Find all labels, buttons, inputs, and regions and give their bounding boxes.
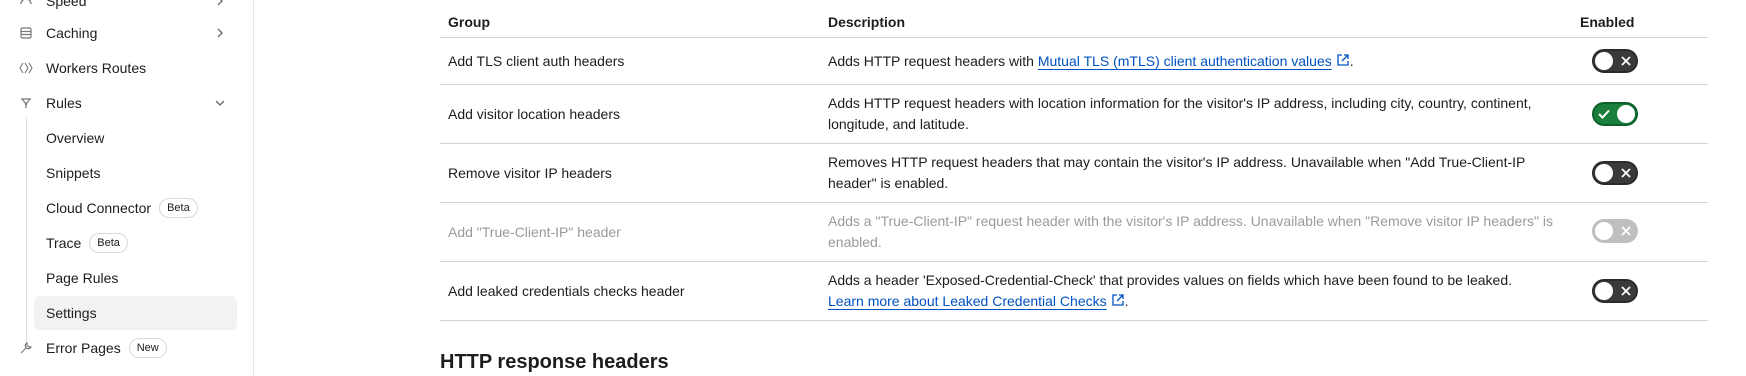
- sidebar-item-label: Cloud Connector: [46, 200, 152, 216]
- sidebar-item-label-wrap: Cloud Connector Beta: [46, 198, 198, 218]
- table-row: Add leaked credentials checks header Add…: [440, 262, 1708, 321]
- sidebar-item-page-rules[interactable]: Page Rules: [0, 261, 253, 295]
- sidebar-item-caching[interactable]: Caching: [0, 16, 253, 50]
- description-text: Adds HTTP request headers with: [828, 53, 1038, 69]
- x-icon: [1620, 225, 1632, 237]
- section-title-response-headers: HTTP response headers: [440, 351, 669, 373]
- sidebar-item-workers-routes[interactable]: Workers Routes: [0, 51, 253, 85]
- sidebar-item-label-wrap: Trace Beta: [46, 233, 128, 253]
- sidebar-item-snippets[interactable]: Snippets: [0, 156, 253, 190]
- group-cell: Add visitor location headers: [448, 106, 620, 122]
- sidebar: Speed Caching Workers Routes Rules Overv…: [0, 0, 254, 376]
- chevron-down-icon: [212, 95, 228, 111]
- toggle-knob: [1595, 164, 1613, 182]
- database-icon: [18, 25, 34, 41]
- beta-badge: Beta: [89, 233, 128, 253]
- group-cell: Remove visitor IP headers: [448, 165, 612, 181]
- description-cell: Adds HTTP request headers with Mutual TL…: [828, 51, 1576, 72]
- sidebar-item-label: Caching: [46, 25, 98, 41]
- description-suffix: .: [1124, 293, 1129, 309]
- toggle-knob: [1595, 52, 1613, 70]
- chevron-right-icon: [212, 0, 228, 9]
- enable-toggle: [1592, 219, 1638, 243]
- sidebar-item-label: Overview: [46, 130, 105, 146]
- table-row: Add visitor location headers Adds HTTP r…: [440, 85, 1708, 144]
- sidebar-item-label: Settings: [46, 305, 97, 321]
- sidebar-item-label-wrap: Error Pages New: [46, 338, 167, 358]
- enable-toggle[interactable]: [1592, 102, 1638, 126]
- sidebar-item-label: Error Pages: [46, 340, 121, 356]
- x-icon: [1620, 167, 1632, 179]
- x-icon: [1620, 285, 1632, 297]
- sidebar-item-label: Page Rules: [46, 270, 119, 286]
- sidebar-item-overview[interactable]: Overview: [0, 121, 253, 155]
- workers-icon: [18, 60, 34, 76]
- beta-badge: Beta: [159, 198, 198, 218]
- x-icon: [1620, 55, 1632, 67]
- new-badge: New: [128, 338, 167, 358]
- group-cell: Add "True-Client-IP" header: [448, 224, 621, 240]
- external-link-icon: [1111, 294, 1124, 306]
- group-cell: Add TLS client auth headers: [448, 53, 625, 69]
- sidebar-item-trace[interactable]: Trace Beta: [0, 226, 253, 260]
- mtls-docs-link[interactable]: Mutual TLS (mTLS) client authentication …: [1038, 53, 1350, 69]
- sidebar-item-label: Speed: [46, 0, 87, 9]
- column-header-group: Group: [448, 14, 490, 30]
- sidebar-item-error-pages[interactable]: Error Pages New: [0, 331, 253, 365]
- sidebar-item-rules[interactable]: Rules: [0, 86, 253, 120]
- enable-toggle[interactable]: [1592, 279, 1638, 303]
- table-header: Group Description Enabled: [440, 10, 1708, 38]
- sidebar-item-settings[interactable]: Settings: [0, 296, 253, 330]
- table-row: Add TLS client auth headers Adds HTTP re…: [440, 38, 1708, 85]
- table-row: Add "True-Client-IP" header Adds a "True…: [440, 203, 1708, 262]
- description-cell: Removes HTTP request headers that may co…: [828, 154, 1526, 191]
- external-link-icon: [1337, 54, 1349, 66]
- enable-toggle[interactable]: [1592, 49, 1638, 73]
- toggle-knob: [1595, 282, 1613, 300]
- sidebar-item-label: Snippets: [46, 165, 101, 181]
- speed-icon: [18, 0, 34, 9]
- toggle-knob: [1595, 222, 1613, 240]
- sidebar-item-label: Trace: [46, 235, 82, 251]
- column-header-enabled: Enabled: [1580, 14, 1635, 30]
- leaked-credentials-link[interactable]: Learn more about Leaked Credential Check…: [828, 293, 1125, 309]
- sidebar-item-label: Workers Routes: [46, 60, 147, 76]
- description-suffix: .: [1349, 53, 1354, 69]
- wrench-icon: [18, 340, 34, 356]
- column-header-description: Description: [828, 14, 906, 30]
- toggle-knob: [1617, 105, 1635, 123]
- description-cell: Adds a header 'Exposed-Credential-Check'…: [828, 270, 1576, 312]
- description-cell: Adds a "True-Client-IP" request header w…: [828, 213, 1553, 250]
- table-row: Remove visitor IP headers Removes HTTP r…: [440, 144, 1708, 203]
- sidebar-item-cloud-connector[interactable]: Cloud Connector Beta: [0, 191, 253, 225]
- description-cell: Adds HTTP request headers with location …: [828, 95, 1532, 132]
- sidebar-item-label: Rules: [46, 95, 82, 111]
- enable-toggle[interactable]: [1592, 161, 1638, 185]
- link-text: Mutual TLS (mTLS) client authentication …: [1037, 53, 1332, 69]
- link-text: Learn more about Leaked Credential Check…: [828, 293, 1107, 309]
- rules-icon: [18, 95, 34, 111]
- description-text: Adds a header 'Exposed-Credential-Check'…: [828, 272, 1512, 288]
- group-cell: Add leaked credentials checks header: [448, 283, 685, 299]
- chevron-right-icon: [212, 25, 228, 41]
- check-icon: [1598, 108, 1610, 120]
